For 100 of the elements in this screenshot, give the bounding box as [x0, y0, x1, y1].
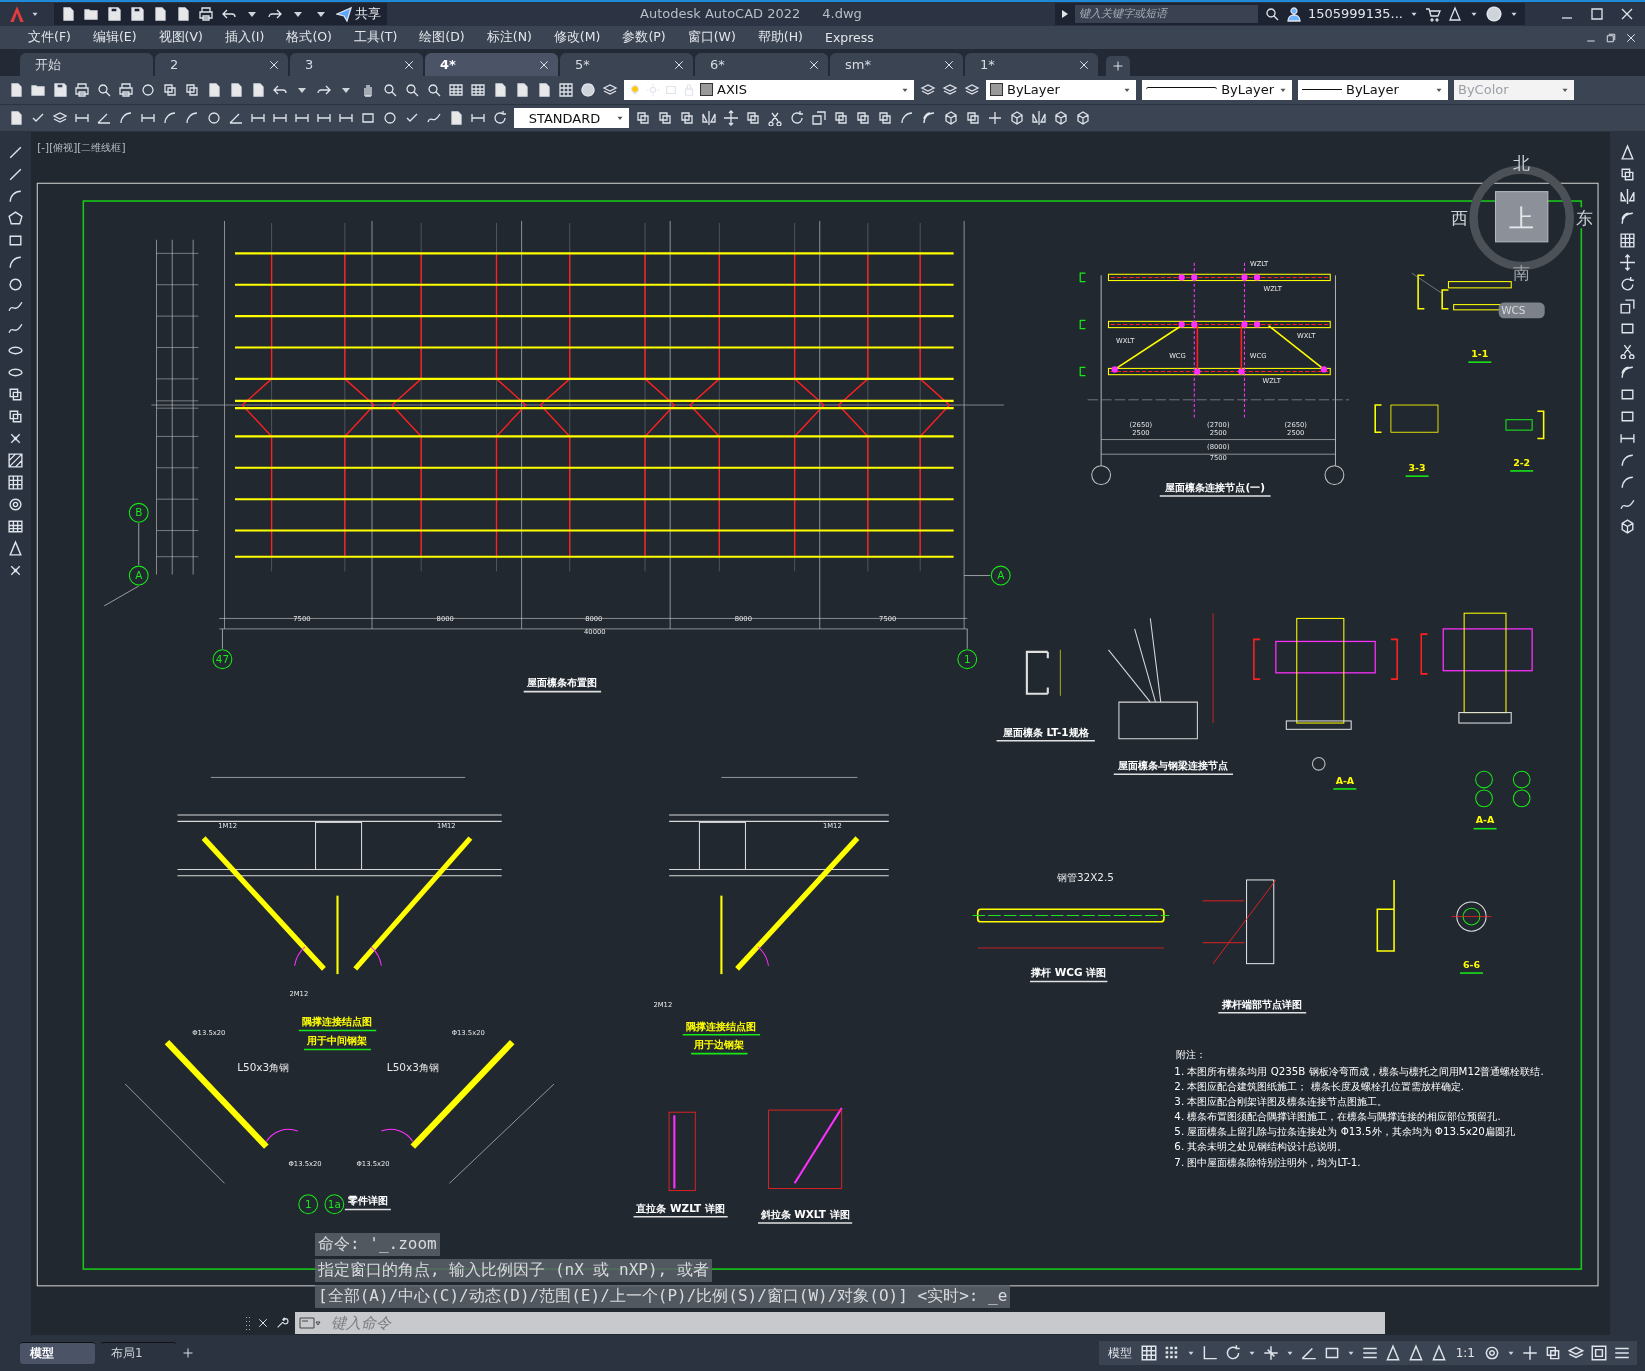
copy-icon[interactable] [679, 110, 695, 127]
file-tab[interactable]: 4* [425, 53, 558, 77]
close-icon[interactable] [257, 1317, 269, 1330]
magnifier-icon[interactable] [426, 81, 442, 98]
copy-icon[interactable] [162, 81, 178, 98]
cube-icon[interactable] [943, 110, 959, 127]
menu-item[interactable]: 文件(F) [18, 29, 81, 47]
file-tab[interactable]: 2 [155, 53, 288, 77]
model-space-button[interactable]: 模型 [1104, 1344, 1135, 1362]
annotation-scale-button[interactable]: 1:1 [1452, 1346, 1478, 1361]
compass-west[interactable]: 西 [1451, 208, 1469, 229]
menu-item[interactable]: 绘图(D) [409, 29, 475, 47]
question-icon[interactable] [1485, 4, 1503, 23]
page-icon[interactable] [60, 5, 76, 22]
expand-arrow-icon[interactable] [1060, 8, 1069, 19]
grid-icon[interactable] [1139, 1344, 1158, 1363]
file-tab[interactable]: sm* [830, 53, 963, 77]
page-icon[interactable] [492, 81, 508, 98]
floppy-icon[interactable] [106, 5, 122, 22]
menu-item[interactable]: 标注(N) [476, 29, 542, 47]
scale-icon[interactable] [811, 110, 827, 127]
copy-icon[interactable] [877, 110, 893, 127]
menu-item[interactable]: 修改(M) [543, 29, 611, 47]
printer-icon[interactable] [74, 81, 90, 98]
hatch-icon[interactable] [7, 452, 24, 470]
copy-icon[interactable] [657, 110, 673, 127]
table-icon[interactable] [470, 81, 486, 98]
lineweight-dropdown[interactable]: ByLayer [1298, 79, 1448, 100]
printer-icon[interactable] [118, 81, 134, 98]
copy-icon[interactable] [833, 110, 849, 127]
user-icon[interactable] [1285, 5, 1302, 22]
copy-icon[interactable] [635, 110, 651, 127]
close-icon[interactable] [1078, 58, 1090, 71]
file-tab[interactable]: 5* [560, 53, 693, 77]
move-icon[interactable] [723, 110, 739, 127]
page-icon[interactable] [8, 81, 24, 98]
file-tab[interactable]: 开始 [20, 53, 153, 77]
floppy-icon[interactable] [52, 81, 68, 98]
copy-icon[interactable] [855, 110, 871, 127]
menu-item[interactable]: 参数(P) [612, 29, 676, 47]
scissors-icon[interactable] [1619, 342, 1636, 360]
compass-north[interactable]: 北 [1513, 153, 1531, 173]
copy-icon[interactable] [1619, 166, 1636, 184]
close-icon[interactable] [1625, 31, 1637, 44]
menu-item[interactable]: 帮助(H) [747, 29, 813, 47]
scale-icon[interactable] [1619, 298, 1636, 316]
terminal-icon[interactable] [295, 1312, 325, 1335]
cube-icon[interactable] [1009, 110, 1025, 127]
layout-tab[interactable]: 布局1 [101, 1342, 176, 1365]
scissors-icon[interactable] [767, 110, 783, 127]
linetype-dropdown[interactable]: ByLayer [1142, 79, 1292, 100]
close-icon[interactable] [268, 58, 280, 71]
share-button[interactable]: 共享 [336, 4, 381, 23]
table-icon[interactable] [448, 81, 464, 98]
floppy-icon[interactable] [129, 5, 145, 22]
page-icon[interactable] [228, 81, 244, 98]
close-icon[interactable] [943, 58, 955, 71]
plus-icon[interactable] [182, 1347, 194, 1360]
compass-south[interactable]: 南 [1513, 263, 1531, 284]
mirror-icon[interactable] [1031, 110, 1047, 127]
question-icon[interactable] [580, 81, 596, 98]
magnifier-icon[interactable] [382, 81, 398, 98]
share-icon[interactable] [336, 5, 352, 22]
magnifier-icon[interactable] [96, 81, 112, 98]
polygon-icon[interactable] [7, 210, 24, 228]
grid-icon[interactable] [558, 81, 574, 98]
mirror-icon[interactable] [1619, 188, 1636, 206]
menu-item[interactable]: 工具(T) [343, 29, 408, 47]
close-icon[interactable] [403, 58, 415, 71]
cart-icon[interactable] [1425, 5, 1441, 22]
table-icon[interactable] [7, 518, 24, 536]
page-icon[interactable] [250, 81, 266, 98]
compass-east[interactable]: 东 [1575, 208, 1593, 229]
page-icon[interactable] [175, 5, 191, 22]
page-icon[interactable] [206, 81, 222, 98]
copy-icon[interactable] [7, 386, 24, 404]
command-input[interactable]: 键入命令 [325, 1312, 1385, 1335]
plus-icon[interactable] [1521, 1344, 1539, 1363]
copy-icon[interactable] [7, 408, 24, 426]
cube-icon[interactable] [1619, 518, 1636, 536]
text-style-dropdown[interactable]: STANDARD [514, 108, 629, 129]
restore-icon[interactable] [1605, 31, 1617, 44]
file-tab[interactable]: 1* [965, 53, 1098, 77]
menu-item[interactable]: 视图(V) [148, 29, 213, 47]
menu-item[interactable]: Express [815, 30, 884, 46]
page-icon[interactable] [448, 110, 464, 127]
viewcube-face[interactable] [1495, 191, 1549, 243]
plus-icon[interactable] [1112, 60, 1124, 73]
menu-item[interactable]: 插入(I) [214, 29, 275, 47]
menu-item[interactable]: 格式(O) [276, 29, 342, 47]
close-icon[interactable] [808, 58, 820, 71]
mirror-icon[interactable] [701, 110, 717, 127]
page-icon[interactable] [8, 110, 24, 127]
rotate-icon[interactable] [1619, 276, 1636, 294]
color-dropdown[interactable]: ByLayer [986, 79, 1136, 100]
grid-icon[interactable] [7, 474, 24, 492]
search-field[interactable]: 键入关键字或短语 [1074, 4, 1258, 23]
copy-icon[interactable] [965, 110, 981, 127]
plus-icon[interactable] [987, 110, 1003, 127]
viewport-label[interactable]: [-][俯视][二维线框] [37, 141, 126, 154]
